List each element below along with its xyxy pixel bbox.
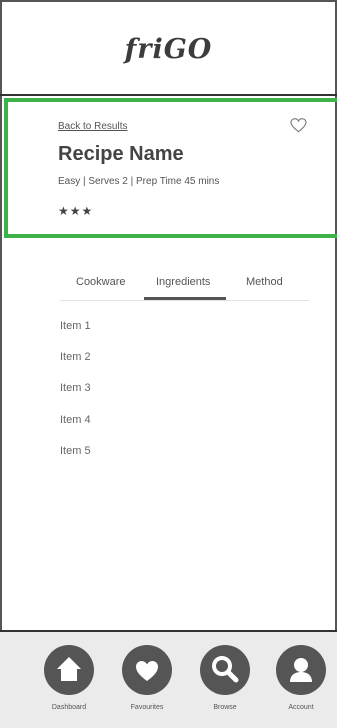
ingredient-item: Item 3 xyxy=(60,382,91,394)
recipe-meta: Easy | Serves 2 | Prep Time 45 mins xyxy=(58,176,220,187)
recipe-card xyxy=(4,98,337,238)
tab-ingredients[interactable]: Ingredients xyxy=(156,276,210,288)
search-icon xyxy=(212,656,239,683)
favourite-heart-icon[interactable] xyxy=(290,118,307,133)
ingredient-item: Item 5 xyxy=(60,445,91,457)
ingredient-item: Item 2 xyxy=(60,351,91,363)
app-logo: friGO xyxy=(124,34,213,65)
active-tab-indicator xyxy=(144,297,226,300)
user-icon xyxy=(290,658,312,682)
nav-favourites-button[interactable] xyxy=(122,645,172,695)
recipe-title: Recipe Name xyxy=(58,143,184,165)
home-icon xyxy=(57,657,81,681)
nav-account-label: Account xyxy=(288,704,314,711)
tab-cookware[interactable]: Cookware xyxy=(76,276,126,288)
nav-account-button[interactable] xyxy=(276,645,326,695)
nav-dashboard-button[interactable] xyxy=(44,645,94,695)
ingredient-item: Item 4 xyxy=(60,414,91,426)
ingredient-item: Item 1 xyxy=(60,320,91,332)
back-to-results-link[interactable]: Back to Results xyxy=(58,121,127,132)
nav-browse-button[interactable] xyxy=(200,645,250,695)
nav-browse-label: Browse xyxy=(213,704,237,711)
heart-icon xyxy=(136,661,158,681)
tab-method[interactable]: Method xyxy=(246,276,283,288)
nav-dashboard-label: Dashboard xyxy=(51,704,87,711)
app-header: friGO xyxy=(0,0,337,96)
rating-stars: ★★★ xyxy=(58,204,94,218)
nav-favourites-label: Favourites xyxy=(130,704,164,711)
